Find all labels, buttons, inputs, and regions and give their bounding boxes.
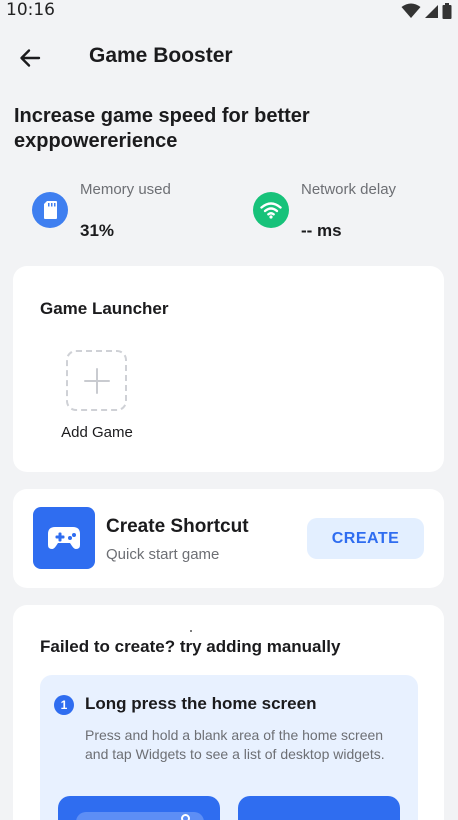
network-stat-label: Network delay [301,181,397,198]
arrow-left-icon [20,49,41,67]
status-bar: 10:16 [0,0,458,22]
page-title: Game Booster [89,44,233,67]
add-game-tile [66,350,127,411]
search-icon [181,814,190,820]
app-bar: Game Booster [0,32,458,82]
add-game-label: Add Game [61,424,133,441]
back-button[interactable] [14,42,46,74]
create-shortcut-card: Create Shortcut Quick start game CREATE [13,489,444,588]
step-title: Long press the home screen [85,694,317,713]
memory-stat-value: 31% [80,221,115,240]
gamepad-icon [48,527,80,549]
add-game-button[interactable]: Add Game [57,350,137,446]
sd-card-icon [44,201,57,219]
memory-stat-label: Memory used [80,181,171,198]
step-description: Press and hold a blank area of the home … [85,727,385,762]
manual-instructions-card: Failed to create? try adding manually 1 … [13,605,444,820]
home-screen-preview-image [58,796,220,820]
battery-icon [442,3,452,19]
plus-icon [83,367,110,394]
decorative-dot [190,630,192,632]
memory-stat: Memory used 31% [32,178,232,248]
step-panel: 1 Long press the home screen Press and h… [40,675,418,820]
status-time: 10:16 [6,0,55,20]
game-launcher-card: Game Launcher Add Game [13,266,444,472]
shortcut-title: Create Shortcut [106,516,249,537]
step-number-badge: 1 [54,695,74,715]
game-launcher-title: Game Launcher [40,299,169,318]
preview-search-bar [76,812,204,820]
signal-icon [425,4,438,18]
network-stat-icon-badge [253,192,289,228]
create-shortcut-button[interactable]: CREATE [307,518,424,559]
memory-stat-icon-badge [32,192,68,228]
wifi-icon [401,3,421,18]
wifi-icon [260,202,282,219]
shortcut-app-icon [33,507,95,569]
network-stat: Network delay -- ms [253,178,453,248]
widgets-preview-image [238,796,400,820]
manual-instructions-title: Failed to create? try adding manually [40,637,341,656]
shortcut-subtitle: Quick start game [106,546,220,563]
network-stat-value: -- ms [301,221,342,240]
headline: Increase game speed for better exppowere… [14,105,310,152]
status-icons [401,3,452,19]
